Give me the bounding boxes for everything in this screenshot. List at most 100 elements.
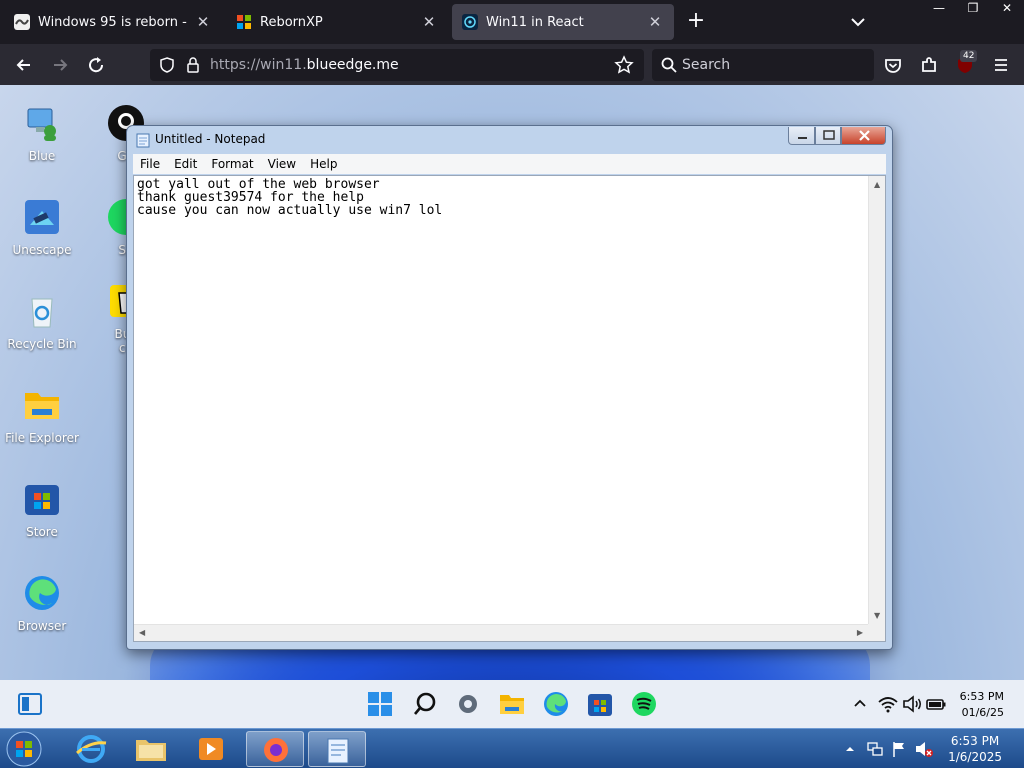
win7-clock[interactable]: 6:53 PM 1/6/2025 <box>948 733 1002 765</box>
desktop-icon-file-explorer[interactable]: File Explorer <box>0 385 84 445</box>
tab-windows95[interactable]: Windows 95 is reborn - in a brow ✕ <box>4 4 222 40</box>
notepad-app-icon <box>136 132 150 148</box>
scroll-down-arrow-icon[interactable]: ▼ <box>874 611 880 620</box>
search-icon[interactable] <box>411 690 439 718</box>
close-button[interactable] <box>841 127 886 145</box>
win7-time: 6:53 PM <box>950 734 1000 748</box>
maximize-button[interactable] <box>815 127 841 145</box>
win7-taskbar: 6:53 PM 1/6/2025 <box>0 728 1024 768</box>
tab-win11-react[interactable]: Win11 in React ✕ <box>452 4 674 40</box>
notepad-menu-bar: File Edit Format View Help <box>133 154 886 174</box>
desktop-icon-label: Browser <box>17 619 67 633</box>
react-logo-icon <box>462 14 478 30</box>
battery-icon[interactable] <box>924 692 948 716</box>
desktop-icon-label: Store <box>26 525 58 539</box>
win7-date: 1/6/2025 <box>948 750 1002 764</box>
minimize-icon[interactable]: — <box>922 0 956 18</box>
scroll-right-arrow-icon[interactable]: ▶ <box>857 628 863 637</box>
notepad-taskbar-button[interactable] <box>308 731 366 767</box>
horizontal-scrollbar[interactable]: ◀ ▶ <box>134 624 868 641</box>
win11-time: 6:53 PM <box>959 690 1004 703</box>
restore-icon[interactable]: ❐ <box>956 0 990 18</box>
browser-nav-bar: https://win11.blueedge.me Search 42 <box>0 44 1024 85</box>
back-arrow-icon[interactable] <box>11 52 37 78</box>
scroll-up-arrow-icon[interactable]: ▲ <box>874 180 880 189</box>
show-hidden-icons-arrow-icon[interactable] <box>843 741 857 755</box>
desktop-icon-label: Blue <box>28 149 56 163</box>
vertical-scrollbar[interactable]: ▲ ▼ <box>868 176 885 624</box>
scroll-left-arrow-icon[interactable]: ◀ <box>139 628 145 637</box>
firefox-taskbar-button[interactable] <box>246 731 304 767</box>
new-tab-button[interactable]: + <box>684 9 708 35</box>
lock-icon[interactable] <box>184 56 202 74</box>
windows95-favicon-icon <box>14 14 30 30</box>
tab-list-chevron-icon[interactable] <box>848 10 868 34</box>
forward-arrow-icon[interactable] <box>47 52 73 78</box>
notepad-window[interactable]: Untitled - Notepad File Edit Format View… <box>126 125 893 650</box>
settings-gear-icon[interactable] <box>454 690 482 718</box>
start-windows-icon[interactable] <box>366 690 394 718</box>
menu-view[interactable]: View <box>261 154 303 174</box>
widgets-icon[interactable] <box>16 690 44 718</box>
notepad-title: Untitled - Notepad <box>155 132 266 146</box>
tab-rebornxp[interactable]: RebornXP ✕ <box>226 4 448 40</box>
bookmark-star-icon[interactable] <box>614 55 634 75</box>
notepad-text-area[interactable]: got yall out of the web browser thank gu… <box>133 175 886 642</box>
win7-start-orb-icon[interactable] <box>4 730 44 768</box>
microsoft-store-icon[interactable] <box>586 690 614 718</box>
volume-muted-icon[interactable] <box>914 740 934 758</box>
win11-clock[interactable]: 6:53 PM 01/6/25 <box>960 689 1004 721</box>
shield-icon[interactable] <box>158 56 176 74</box>
url-domain: blueedge.me <box>306 57 399 73</box>
windows-xp-logo-icon <box>236 14 252 30</box>
volume-icon[interactable] <box>900 692 924 716</box>
desktop-icon-browser[interactable]: Browser <box>0 573 84 633</box>
menu-file[interactable]: File <box>133 154 167 174</box>
menu-help[interactable]: Help <box>303 154 344 174</box>
minimize-button[interactable] <box>788 127 815 145</box>
url-text[interactable]: https://win11.blueedge.me <box>210 49 399 81</box>
close-icon[interactable]: ✕ <box>194 13 212 31</box>
menu-edit[interactable]: Edit <box>167 154 204 174</box>
window-controls: — ❐ ✕ <box>922 0 1024 18</box>
close-icon[interactable]: ✕ <box>646 13 664 31</box>
tab-label: Win11 in React <box>486 14 584 30</box>
unescape-app-icon <box>22 197 62 237</box>
extension-badge: 42 <box>960 50 978 62</box>
notepad-content[interactable]: got yall out of the web browser thank gu… <box>137 178 442 217</box>
win11-taskbar: 6:53 PM 01/6/25 <box>0 680 1024 728</box>
desktop-icon-recycle-bin[interactable]: Recycle Bin <box>0 291 84 351</box>
desktop-icon-unescape[interactable]: Unescape <box>0 197 84 257</box>
network-icon[interactable] <box>866 740 884 758</box>
reload-icon[interactable] <box>83 52 109 78</box>
close-icon[interactable]: ✕ <box>420 13 438 31</box>
menu-hamburger-icon[interactable] <box>988 52 1014 78</box>
windows-explorer-folder-icon[interactable] <box>122 731 180 767</box>
url-prefix: https://win11. <box>210 57 307 73</box>
desktop-icon-store[interactable]: Store <box>0 479 84 539</box>
win11-date: 01/6/25 <box>961 706 1004 719</box>
media-player-icon[interactable] <box>182 731 240 767</box>
action-center-flag-icon[interactable] <box>890 740 908 758</box>
pocket-icon[interactable] <box>880 52 906 78</box>
desktop-icon-label: File Explorer <box>5 431 79 445</box>
url-bar[interactable]: https://win11.blueedge.me <box>150 49 644 81</box>
search-bar[interactable]: Search <box>652 49 874 81</box>
browser-tab-bar: Windows 95 is reborn - in a brow ✕ Rebor… <box>0 0 1024 44</box>
spotify-icon[interactable] <box>630 690 658 718</box>
desktop-icon-label: Unescape <box>12 243 72 257</box>
folder-icon <box>22 385 62 425</box>
extensions-puzzle-icon[interactable] <box>916 52 942 78</box>
close-window-icon[interactable]: ✕ <box>990 0 1024 18</box>
microsoft-store-icon <box>22 479 62 519</box>
edge-browser-icon[interactable] <box>542 690 570 718</box>
edge-browser-icon <box>22 573 62 613</box>
desktop-icon-blue[interactable]: Blue <box>0 103 84 163</box>
menu-format[interactable]: Format <box>204 154 260 174</box>
notepad-title-bar[interactable]: Untitled - Notepad <box>127 126 892 153</box>
file-explorer-icon[interactable] <box>498 690 526 718</box>
wifi-icon[interactable] <box>876 692 900 716</box>
internet-explorer-icon[interactable] <box>62 731 120 767</box>
search-input[interactable]: Search <box>682 49 730 81</box>
show-hidden-icons-chevron-icon[interactable] <box>848 692 872 716</box>
